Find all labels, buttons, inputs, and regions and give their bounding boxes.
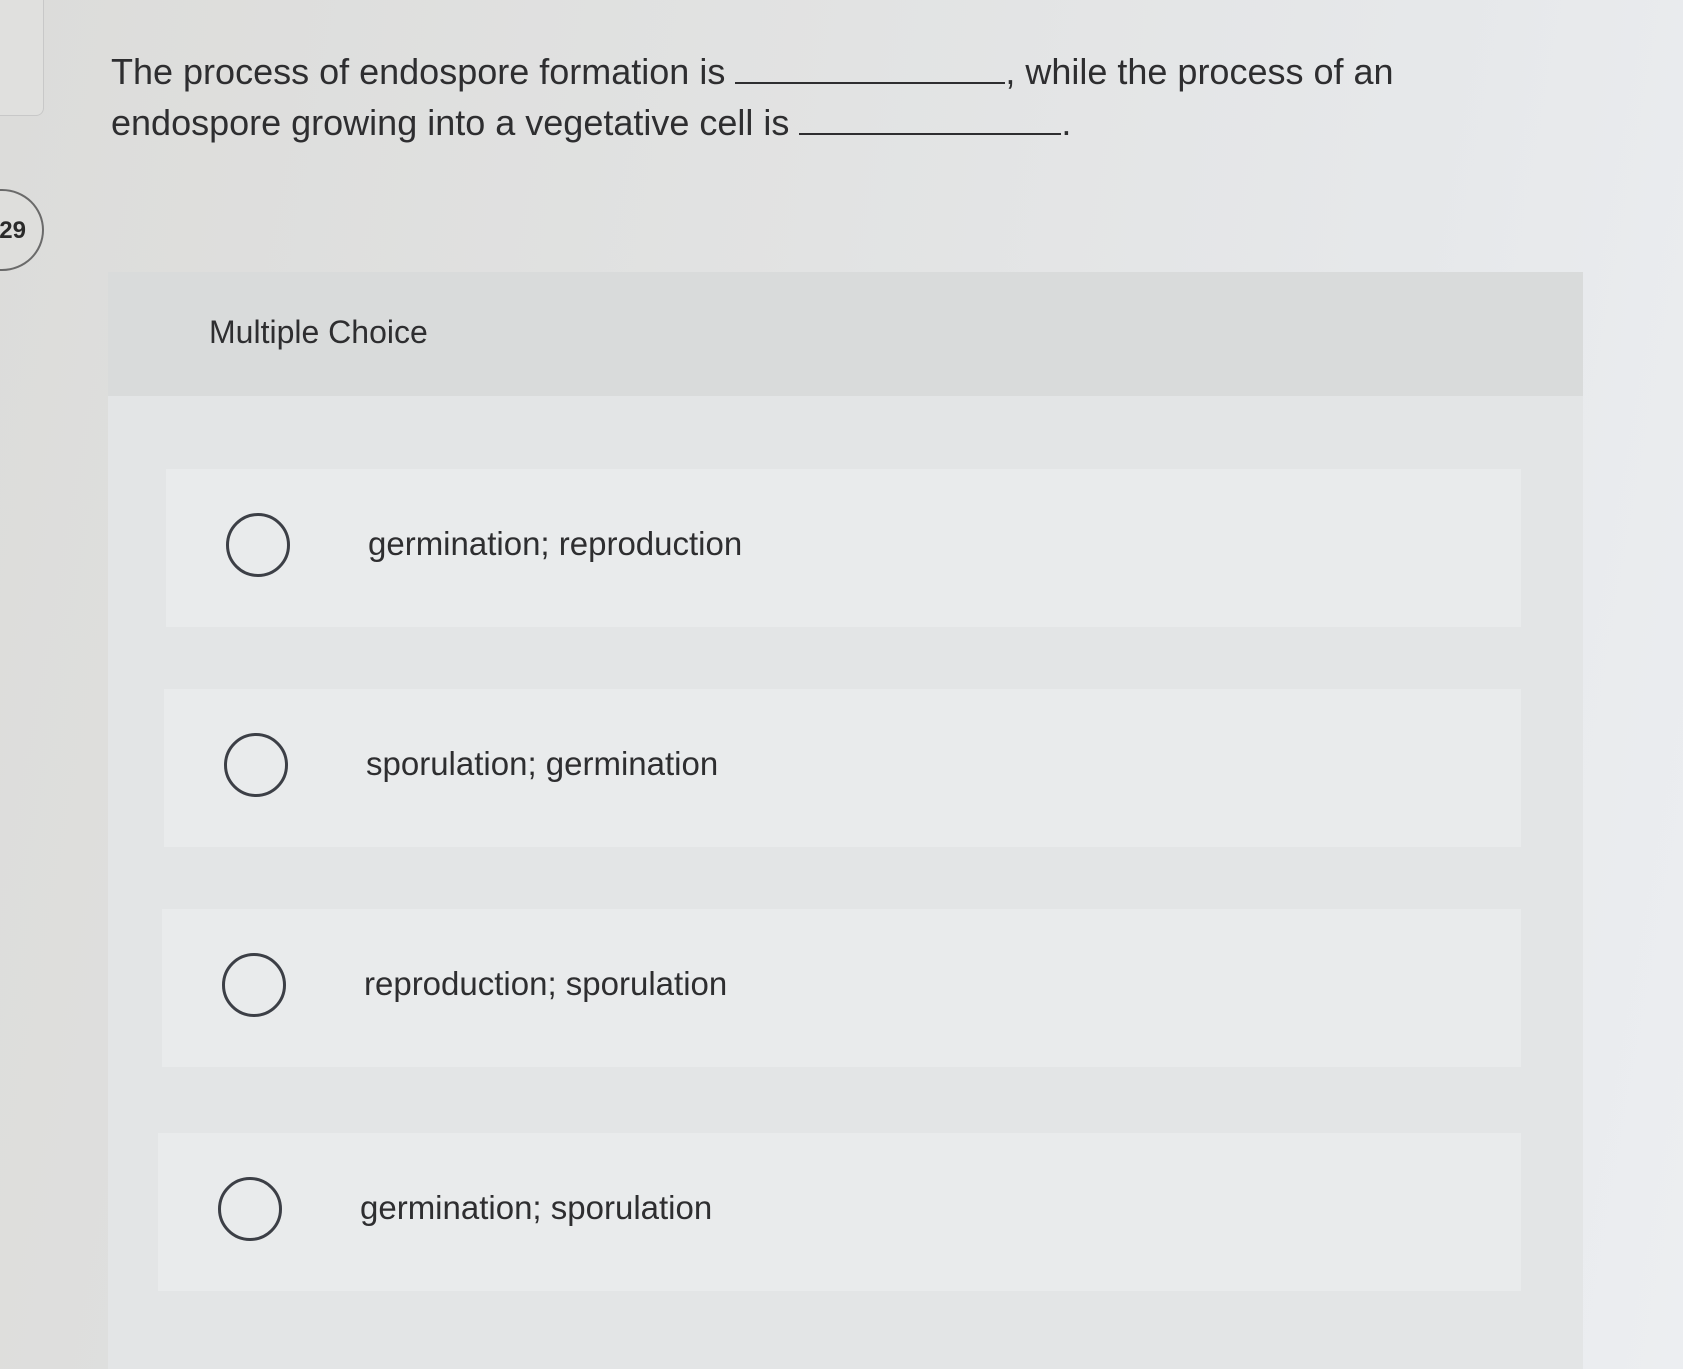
radio-button-icon[interactable] xyxy=(226,513,290,577)
option-label: sporulation; germination xyxy=(366,745,719,782)
multiple-choice-panel: Multiple Choice germination; reproductio… xyxy=(108,272,1583,1369)
radio-button-icon[interactable] xyxy=(224,733,288,797)
question-text: The process of endospore formation is , … xyxy=(111,46,1531,148)
option-germination-sporulation[interactable]: germination; sporulation xyxy=(158,1133,1521,1291)
answer-blank-1 xyxy=(735,54,1006,84)
radio-button-icon[interactable] xyxy=(222,953,286,1017)
multiple-choice-heading: Multiple Choice xyxy=(209,314,428,350)
question-number-badge: 29 xyxy=(0,189,44,271)
option-sporulation-germination[interactable]: sporulation; germination xyxy=(164,689,1521,847)
radio-button-icon[interactable] xyxy=(218,1177,282,1241)
question-number: 29 xyxy=(0,217,26,244)
option-label: reproduction; sporulation xyxy=(364,965,728,1002)
question-text-part1: The process of endospore formation is xyxy=(111,51,736,92)
option-label: germination; sporulation xyxy=(360,1189,713,1226)
answer-blank-2 xyxy=(799,105,1062,135)
question-text-part3: . xyxy=(1061,102,1072,143)
option-reproduction-sporulation[interactable]: reproduction; sporulation xyxy=(162,909,1521,1067)
multiple-choice-header: Multiple Choice xyxy=(108,272,1583,396)
option-label: germination; reproduction xyxy=(368,525,743,562)
side-tab xyxy=(0,0,44,116)
option-germination-reproduction[interactable]: germination; reproduction xyxy=(166,469,1521,627)
